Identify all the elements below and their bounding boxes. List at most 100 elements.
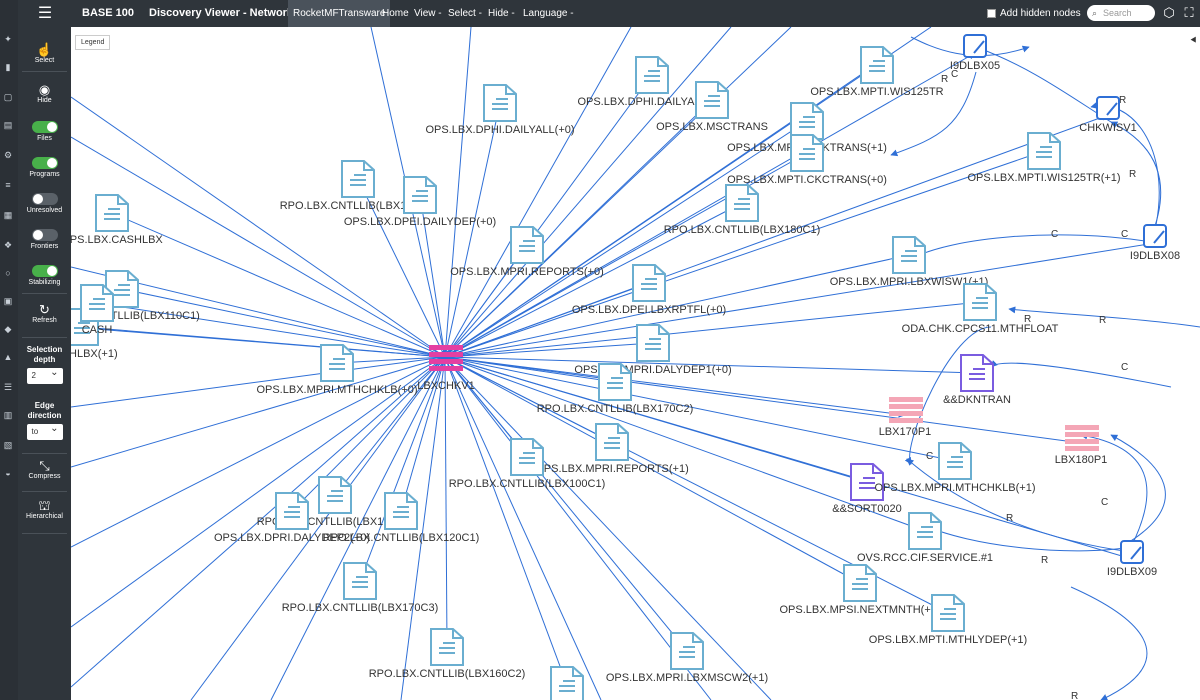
unresolved-switch[interactable] xyxy=(31,193,58,205)
legend-button[interactable]: Legend xyxy=(75,35,111,50)
compress-button[interactable]: ⤡ Compress xyxy=(18,458,71,481)
rail-network-icon[interactable]: ❖ xyxy=(2,240,14,250)
file-icon[interactable] xyxy=(483,84,517,122)
rail-box-icon[interactable]: ▧ xyxy=(2,440,14,450)
file-icon[interactable] xyxy=(384,492,418,530)
file-icon[interactable] xyxy=(843,564,877,602)
file-icon[interactable] xyxy=(595,423,629,461)
rail-gear-icon[interactable]: ⚙ xyxy=(2,150,14,160)
file-icon[interactable] xyxy=(635,56,669,94)
file-icon[interactable] xyxy=(95,194,129,232)
node-label: CHKWISV1 xyxy=(1079,122,1136,134)
hierarchical-button[interactable]: ⛫ Hierarchical xyxy=(18,498,71,521)
file-icon[interactable] xyxy=(341,160,375,198)
add-hidden-nodes-checkbox[interactable] xyxy=(987,8,996,18)
edge-label: R xyxy=(1041,555,1048,566)
node-label: LBX170P1 xyxy=(879,426,932,438)
frontier-node-icon[interactable] xyxy=(1096,96,1120,120)
compress-icon: ⤡ xyxy=(39,458,50,473)
rail-user-icon[interactable]: ◒ xyxy=(2,468,14,478)
project-tab[interactable]: RocketMFTransware xyxy=(288,0,391,27)
file-icon[interactable] xyxy=(938,442,972,480)
refresh-button[interactable]: ↻ Refresh xyxy=(18,303,71,325)
rail-warning-icon[interactable]: ▲ xyxy=(2,352,14,362)
search-icon: ⌕ xyxy=(1092,8,1098,18)
frontier-node-icon[interactable] xyxy=(1143,224,1167,248)
fullscreen-icon[interactable]: ⛶ xyxy=(1181,5,1197,21)
file-icon[interactable] xyxy=(318,476,352,514)
network-canvas[interactable]: CRRRCRCRCRRCRC OPS.LBX.MPTI.WIS125TR I9DL… xyxy=(71,27,1200,700)
rail-grid-icon[interactable]: ▦ xyxy=(2,210,14,220)
edge-direction-select[interactable]: to xyxy=(26,421,63,440)
toggle-files[interactable]: Files xyxy=(18,121,71,142)
node-label: RPO.LBX.CNTLLIB(LBX170C3) xyxy=(282,602,439,614)
file-icon[interactable] xyxy=(320,344,354,382)
rail-layers-icon[interactable]: ☰ xyxy=(2,382,14,392)
file-icon[interactable] xyxy=(1027,132,1061,170)
file-icon[interactable] xyxy=(343,562,377,600)
file-icon[interactable] xyxy=(695,81,729,119)
add-hidden-nodes[interactable]: Add hidden nodes xyxy=(987,0,1081,27)
file-icon[interactable] xyxy=(860,46,894,84)
selection-depth-select[interactable]: 2 xyxy=(26,365,63,384)
menu-language[interactable]: Language - xyxy=(523,0,574,27)
file-icon[interactable] xyxy=(963,283,997,321)
edge-line xyxy=(71,356,446,408)
file-icon[interactable] xyxy=(80,284,114,322)
file-icon[interactable] xyxy=(510,438,544,476)
rail-home-icon[interactable]: ✦ xyxy=(2,34,14,44)
file-icon[interactable] xyxy=(790,102,824,140)
toggle-stabilizing[interactable]: Stabilizing xyxy=(18,265,71,286)
frontier-node-icon[interactable] xyxy=(1120,540,1144,564)
file-icon[interactable] xyxy=(403,176,437,214)
file-icon[interactable] xyxy=(430,628,464,666)
node-label: ODA.CHK.CPCS11.MTHFLOAT xyxy=(902,323,1059,335)
file-icon[interactable] xyxy=(670,632,704,670)
programs-switch[interactable] xyxy=(31,157,58,169)
rail-circle-icon[interactable]: ○ xyxy=(2,268,14,278)
stabilizing-switch[interactable] xyxy=(31,265,58,277)
rail-calendar-icon[interactable]: ▣ xyxy=(2,296,14,306)
toggle-frontiers[interactable]: Frontiers xyxy=(18,229,71,250)
file-icon[interactable] xyxy=(550,666,584,700)
rail-doc-icon[interactable]: ▥ xyxy=(2,410,14,420)
file-icon[interactable] xyxy=(598,363,632,401)
gear-icon[interactable]: ⚙ xyxy=(1142,5,1158,21)
select-tool[interactable]: ☝ Select xyxy=(18,43,71,65)
edge-label: R xyxy=(1129,169,1136,180)
toggle-unresolved[interactable]: Unresolved xyxy=(18,193,71,214)
hamburger-icon[interactable]: ☰ xyxy=(34,0,56,27)
file-icon[interactable] xyxy=(931,594,965,632)
file-icon[interactable] xyxy=(790,134,824,172)
file-icon[interactable] xyxy=(632,264,666,302)
hierarchy-icon: ⛫ xyxy=(38,498,51,513)
file-icon[interactable] xyxy=(908,512,942,550)
files-switch[interactable] xyxy=(31,121,58,133)
temp-dataset-icon[interactable] xyxy=(960,354,994,392)
hide-tool[interactable]: ◉ Hide xyxy=(18,83,71,105)
file-icon[interactable] xyxy=(275,492,309,530)
menu-view[interactable]: View - xyxy=(414,0,442,27)
menu-select[interactable]: Select - xyxy=(448,0,482,27)
rail-chart-icon[interactable]: ▮ xyxy=(2,62,14,72)
menu-home[interactable]: Home xyxy=(382,0,409,27)
rail-table-icon[interactable]: ▤ xyxy=(2,120,14,130)
node-label: OPS.LBX.MPTI.WIS125TR(+1) xyxy=(967,172,1120,184)
node-label: CASH xyxy=(82,324,113,336)
file-icon[interactable] xyxy=(725,184,759,222)
collapse-panel-icon[interactable]: ⯇ xyxy=(1189,35,1198,48)
file-icon[interactable] xyxy=(636,324,670,362)
toggle-programs[interactable]: Programs xyxy=(18,157,71,178)
frontiers-switch[interactable] xyxy=(31,229,58,241)
network-icon[interactable]: ⬡ xyxy=(1161,5,1177,21)
rail-tag-icon[interactable]: ◆ xyxy=(2,324,14,334)
node-label: OPS.LBX.MPRI.LBXMSCW2(+1) xyxy=(606,672,768,684)
frontier-node-icon[interactable] xyxy=(963,34,987,58)
program-node-icon[interactable] xyxy=(889,397,923,423)
network-graph[interactable]: CRRRCRCRCRRCRC OPS.LBX.MPTI.WIS125TRI9DL… xyxy=(71,27,1200,700)
file-icon[interactable] xyxy=(510,226,544,264)
file-icon[interactable] xyxy=(892,236,926,274)
rail-list-icon[interactable]: ≡ xyxy=(2,180,14,190)
rail-page-icon[interactable]: ▢ xyxy=(2,92,14,102)
menu-hide[interactable]: Hide - xyxy=(488,0,515,27)
